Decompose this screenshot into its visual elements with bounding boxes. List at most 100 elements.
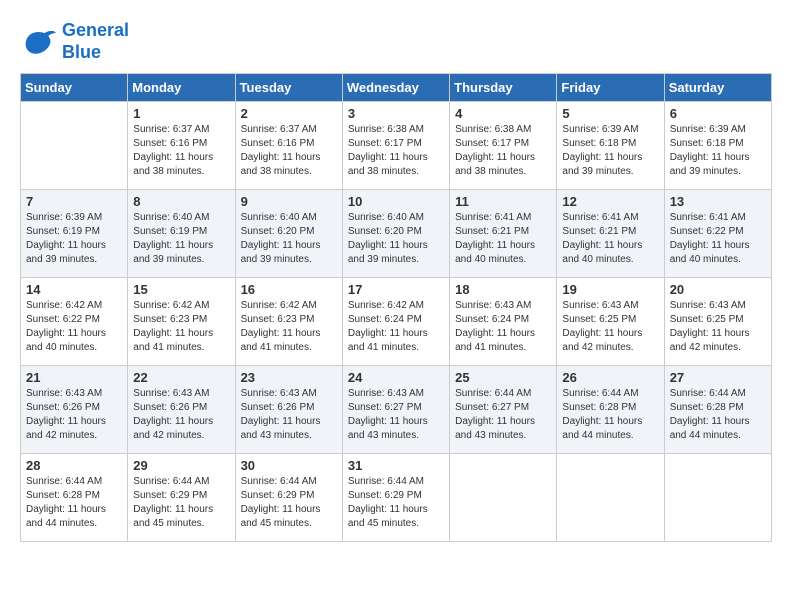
calendar-week-row: 7 Sunrise: 6:39 AM Sunset: 6:19 PM Daylig… xyxy=(21,190,772,278)
day-number: 20 xyxy=(670,282,766,297)
calendar-cell: 11Sunrise: 6:41 AM Sunset: 6:21 PM Dayli… xyxy=(450,190,557,278)
day-info: Sunrise: 6:43 AM Sunset: 6:26 PM Dayligh… xyxy=(241,387,337,443)
day-number: 6 xyxy=(670,106,766,121)
calendar-cell: 23 Sunrise: 6:43 AM Sunset: 6:26 PM Dayli… xyxy=(235,366,342,454)
column-header-saturday: Saturday xyxy=(664,74,771,102)
calendar-cell: 4 Sunrise: 6:38 AM Sunset: 6:17 PM Daylig… xyxy=(450,102,557,190)
day-number: 22 xyxy=(133,370,229,385)
day-number: 13 xyxy=(670,194,766,209)
calendar-cell: 27Sunrise: 6:44 AM Sunset: 6:28 PM Dayli… xyxy=(664,366,771,454)
calendar-cell: 15 Sunrise: 6:42 AM Sunset: 6:23 PM Dayli… xyxy=(128,278,235,366)
calendar-header-row: SundayMondayTuesdayWednesdayThursdayFrid… xyxy=(21,74,772,102)
day-number: 8 xyxy=(133,194,229,209)
day-info: Sunrise: 6:44 AM Sunset: 6:28 PM Dayligh… xyxy=(26,475,122,531)
day-info: Sunrise: 6:39 AM Sunset: 6:19 PM Dayligh… xyxy=(26,211,122,267)
column-header-tuesday: Tuesday xyxy=(235,74,342,102)
day-info: Sunrise: 6:38 AM Sunset: 6:17 PM Dayligh… xyxy=(455,123,551,179)
day-number: 10 xyxy=(348,194,444,209)
calendar-week-row: 1 Sunrise: 6:37 AM Sunset: 6:16 PM Daylig… xyxy=(21,102,772,190)
day-number: 19 xyxy=(562,282,658,297)
logo: General Blue xyxy=(20,20,129,63)
calendar-cell: 14 Sunrise: 6:42 AM Sunset: 6:22 PM Dayli… xyxy=(21,278,128,366)
day-number: 28 xyxy=(26,458,122,473)
day-info: Sunrise: 6:44 AM Sunset: 6:29 PM Dayligh… xyxy=(348,475,444,531)
day-info: Sunrise: 6:41 AM Sunset: 6:21 PM Dayligh… xyxy=(562,211,658,267)
day-info: Sunrise: 6:40 AM Sunset: 6:19 PM Dayligh… xyxy=(133,211,229,267)
day-info: Sunrise: 6:38 AM Sunset: 6:17 PM Dayligh… xyxy=(348,123,444,179)
day-number: 30 xyxy=(241,458,337,473)
day-number: 7 xyxy=(26,194,122,209)
calendar-cell xyxy=(21,102,128,190)
calendar-cell: 5Sunrise: 6:39 AM Sunset: 6:18 PM Daylig… xyxy=(557,102,664,190)
calendar-cell: 10Sunrise: 6:40 AM Sunset: 6:20 PM Dayli… xyxy=(342,190,449,278)
day-number: 21 xyxy=(26,370,122,385)
calendar-cell: 31 Sunrise: 6:44 AM Sunset: 6:29 PM Dayli… xyxy=(342,454,449,542)
day-number: 25 xyxy=(455,370,551,385)
day-info: Sunrise: 6:41 AM Sunset: 6:22 PM Dayligh… xyxy=(670,211,766,267)
column-header-sunday: Sunday xyxy=(21,74,128,102)
calendar-cell: 20 Sunrise: 6:43 AM Sunset: 6:25 PM Dayli… xyxy=(664,278,771,366)
column-header-thursday: Thursday xyxy=(450,74,557,102)
day-number: 26 xyxy=(562,370,658,385)
day-number: 29 xyxy=(133,458,229,473)
calendar-week-row: 21 Sunrise: 6:43 AM Sunset: 6:26 PM Dayli… xyxy=(21,366,772,454)
day-number: 23 xyxy=(241,370,337,385)
calendar-week-row: 14 Sunrise: 6:42 AM Sunset: 6:22 PM Dayli… xyxy=(21,278,772,366)
day-number: 16 xyxy=(241,282,337,297)
day-number: 2 xyxy=(241,106,337,121)
day-number: 9 xyxy=(241,194,337,209)
day-info: Sunrise: 6:39 AM Sunset: 6:18 PM Dayligh… xyxy=(562,123,658,179)
calendar-cell: 17 Sunrise: 6:42 AM Sunset: 6:24 PM Dayli… xyxy=(342,278,449,366)
column-header-wednesday: Wednesday xyxy=(342,74,449,102)
calendar-cell: 7 Sunrise: 6:39 AM Sunset: 6:19 PM Daylig… xyxy=(21,190,128,278)
calendar-cell: 22 Sunrise: 6:43 AM Sunset: 6:26 PM Dayli… xyxy=(128,366,235,454)
day-number: 3 xyxy=(348,106,444,121)
day-number: 31 xyxy=(348,458,444,473)
calendar-cell: 6Sunrise: 6:39 AM Sunset: 6:18 PM Daylig… xyxy=(664,102,771,190)
calendar-cell: 21 Sunrise: 6:43 AM Sunset: 6:26 PM Dayli… xyxy=(21,366,128,454)
day-number: 17 xyxy=(348,282,444,297)
calendar-cell: 26 Sunrise: 6:44 AM Sunset: 6:28 PM Dayli… xyxy=(557,366,664,454)
day-info: Sunrise: 6:42 AM Sunset: 6:23 PM Dayligh… xyxy=(241,299,337,355)
column-header-friday: Friday xyxy=(557,74,664,102)
calendar-cell: 29Sunrise: 6:44 AM Sunset: 6:29 PM Dayli… xyxy=(128,454,235,542)
day-number: 11 xyxy=(455,194,551,209)
day-info: Sunrise: 6:44 AM Sunset: 6:27 PM Dayligh… xyxy=(455,387,551,443)
calendar-cell: 30 Sunrise: 6:44 AM Sunset: 6:29 PM Dayli… xyxy=(235,454,342,542)
day-info: Sunrise: 6:44 AM Sunset: 6:28 PM Dayligh… xyxy=(670,387,766,443)
calendar-cell xyxy=(664,454,771,542)
page-header: General Blue xyxy=(20,20,772,63)
calendar-table: SundayMondayTuesdayWednesdayThursdayFrid… xyxy=(20,73,772,542)
day-number: 18 xyxy=(455,282,551,297)
day-info: Sunrise: 6:44 AM Sunset: 6:28 PM Dayligh… xyxy=(562,387,658,443)
calendar-cell: 9Sunrise: 6:40 AM Sunset: 6:20 PM Daylig… xyxy=(235,190,342,278)
logo-text: General Blue xyxy=(62,20,129,63)
day-info: Sunrise: 6:42 AM Sunset: 6:24 PM Dayligh… xyxy=(348,299,444,355)
day-info: Sunrise: 6:43 AM Sunset: 6:25 PM Dayligh… xyxy=(670,299,766,355)
calendar-cell xyxy=(557,454,664,542)
day-info: Sunrise: 6:37 AM Sunset: 6:16 PM Dayligh… xyxy=(133,123,229,179)
day-number: 1 xyxy=(133,106,229,121)
day-info: Sunrise: 6:42 AM Sunset: 6:22 PM Dayligh… xyxy=(26,299,122,355)
calendar-cell: 13 Sunrise: 6:41 AM Sunset: 6:22 PM Dayli… xyxy=(664,190,771,278)
calendar-cell: 16 Sunrise: 6:42 AM Sunset: 6:23 PM Dayli… xyxy=(235,278,342,366)
day-info: Sunrise: 6:43 AM Sunset: 6:26 PM Dayligh… xyxy=(26,387,122,443)
calendar-week-row: 28 Sunrise: 6:44 AM Sunset: 6:28 PM Dayli… xyxy=(21,454,772,542)
day-number: 12 xyxy=(562,194,658,209)
day-info: Sunrise: 6:42 AM Sunset: 6:23 PM Dayligh… xyxy=(133,299,229,355)
day-info: Sunrise: 6:44 AM Sunset: 6:29 PM Dayligh… xyxy=(241,475,337,531)
day-number: 15 xyxy=(133,282,229,297)
calendar-cell: 18Sunrise: 6:43 AM Sunset: 6:24 PM Dayli… xyxy=(450,278,557,366)
day-number: 4 xyxy=(455,106,551,121)
day-info: Sunrise: 6:43 AM Sunset: 6:26 PM Dayligh… xyxy=(133,387,229,443)
day-number: 14 xyxy=(26,282,122,297)
calendar-cell: 1 Sunrise: 6:37 AM Sunset: 6:16 PM Daylig… xyxy=(128,102,235,190)
calendar-cell: 3 Sunrise: 6:38 AM Sunset: 6:17 PM Daylig… xyxy=(342,102,449,190)
day-info: Sunrise: 6:43 AM Sunset: 6:25 PM Dayligh… xyxy=(562,299,658,355)
column-header-monday: Monday xyxy=(128,74,235,102)
calendar-cell: 28 Sunrise: 6:44 AM Sunset: 6:28 PM Dayli… xyxy=(21,454,128,542)
calendar-cell: 2 Sunrise: 6:37 AM Sunset: 6:16 PM Daylig… xyxy=(235,102,342,190)
calendar-cell: 8 Sunrise: 6:40 AM Sunset: 6:19 PM Daylig… xyxy=(128,190,235,278)
calendar-cell: 25 Sunrise: 6:44 AM Sunset: 6:27 PM Dayli… xyxy=(450,366,557,454)
day-info: Sunrise: 6:37 AM Sunset: 6:16 PM Dayligh… xyxy=(241,123,337,179)
